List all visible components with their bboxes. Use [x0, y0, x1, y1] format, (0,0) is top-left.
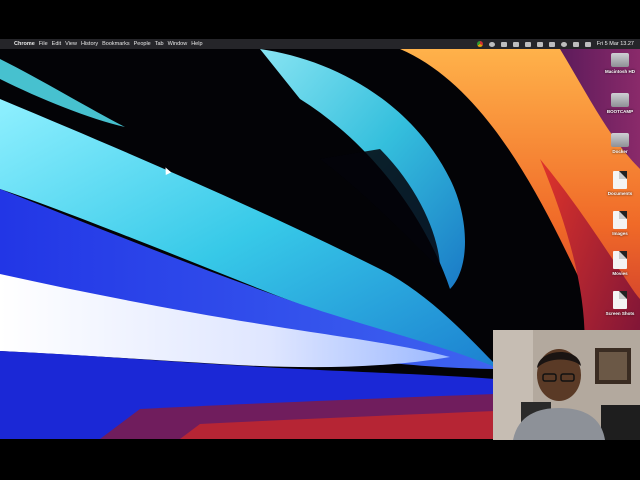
wifi-icon[interactable] — [548, 41, 555, 47]
desktop-item-bootcamp[interactable]: BOOTCAMP — [600, 91, 640, 114]
chrome-status-icon[interactable] — [476, 41, 483, 47]
menu-file[interactable]: File — [39, 41, 48, 47]
spotlight-search-icon[interactable] — [560, 41, 567, 47]
desktop-item-label: BOOTCAMP — [606, 109, 634, 114]
desktop-item-label: Screen Shots — [605, 311, 635, 316]
desktop-item-macintosh-hd[interactable]: Macintosh HD — [600, 51, 640, 74]
battery-icon[interactable] — [572, 41, 579, 47]
desktop-item-label: Movies — [612, 271, 628, 276]
menu-help[interactable]: Help — [191, 41, 202, 47]
desktop-item-label: Macintosh HD — [604, 69, 635, 74]
desktop-item-label: Documents — [607, 191, 633, 196]
document-icon — [613, 171, 627, 189]
screenshot-file-icon — [613, 291, 627, 309]
status-menus: Fri 5 Mar 13.27 — [476, 39, 634, 49]
menu-view[interactable]: View — [65, 41, 77, 47]
display-status-icon[interactable] — [512, 41, 519, 47]
menu-app-chrome[interactable]: Chrome — [14, 41, 35, 47]
desktop-item-images[interactable]: Images — [600, 211, 640, 236]
menu-history[interactable]: History — [81, 41, 98, 47]
image-file-icon — [613, 211, 627, 229]
cloud-status-icon[interactable] — [500, 41, 507, 47]
hard-drive-icon — [611, 133, 629, 147]
menu-bookmarks[interactable]: Bookmarks — [102, 41, 130, 47]
bluetooth-icon[interactable] — [524, 41, 531, 47]
menu-tab[interactable]: Tab — [155, 41, 164, 47]
menu-people[interactable]: People — [134, 41, 151, 47]
desktop-item-screen-shots[interactable]: Screen Shots — [600, 291, 640, 316]
desktop-item-label: Images — [612, 231, 628, 236]
webcam-person-image — [493, 330, 640, 440]
movie-file-icon — [613, 251, 627, 269]
hard-drive-icon — [611, 53, 629, 67]
webcam-overlay — [493, 330, 640, 440]
desktop-item-documents[interactable]: Documents — [600, 171, 640, 196]
menu-clock[interactable]: Fri 5 Mar 13.27 — [597, 41, 634, 47]
menu-edit[interactable]: Edit — [52, 41, 61, 47]
hard-drive-icon — [611, 93, 629, 107]
menu-window[interactable]: Window — [168, 41, 188, 47]
menu-bar: Chrome File Edit View History Bookmarks … — [0, 39, 640, 49]
sync-status-icon[interactable] — [488, 41, 495, 47]
desktop-item-movies[interactable]: Movies — [600, 251, 640, 276]
desktop-item-docker[interactable]: Docker — [600, 131, 640, 154]
volume-icon[interactable] — [536, 41, 543, 47]
desktop-item-label: Docker — [612, 149, 628, 154]
control-center-icon[interactable] — [584, 41, 591, 47]
